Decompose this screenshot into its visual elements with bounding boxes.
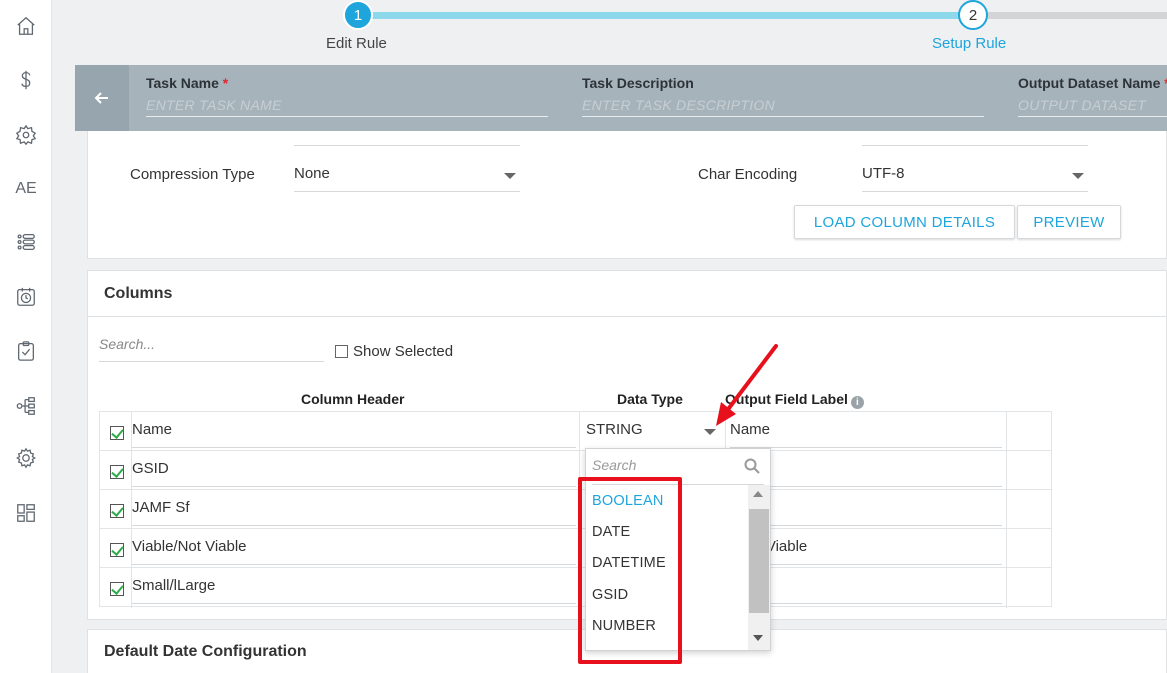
task-header-bar: Task Name * ENTER TASK NAME Task Descrip…: [75, 65, 1167, 131]
table-row: Name STRING Name: [100, 412, 1051, 451]
compression-type-value: None: [294, 165, 330, 182]
show-selected-toggle[interactable]: Show Selected: [335, 343, 453, 360]
task-description-field: Task Description ENTER TASK DESCRIPTION: [582, 75, 984, 117]
columns-grid: Name STRING Name GSID JAMF Sf Sf Viable/…: [99, 411, 1052, 608]
output-dataset-input[interactable]: OUTPUT DATASET: [1018, 97, 1167, 117]
sidebar: AE: [0, 0, 52, 673]
column-name: JAMF Sf: [132, 499, 576, 526]
list-icon[interactable]: [0, 224, 52, 260]
show-selected-checkbox[interactable]: [335, 345, 348, 358]
data-type-value: STRING: [586, 421, 643, 438]
gear-badge-icon[interactable]: [0, 117, 52, 153]
hierarchy-icon[interactable]: [0, 388, 52, 424]
step-1-circle[interactable]: 1: [343, 0, 373, 30]
annotation-highlight-box: [578, 477, 682, 664]
file-config-panel: Compression Type None Char Encoding UTF-…: [87, 131, 1167, 259]
step-2-circle[interactable]: 2: [958, 0, 988, 30]
column-name: Name: [132, 421, 576, 448]
default-date-config-title: Default Date Configuration: [104, 643, 307, 660]
settings-icon[interactable]: [0, 440, 52, 476]
compression-type-select[interactable]: None: [294, 160, 520, 192]
home-icon[interactable]: [0, 8, 52, 44]
hidden-field-underline: [862, 145, 1088, 146]
output-dataset-label: Output Dataset Name *: [1018, 75, 1167, 91]
scroll-down-icon[interactable]: [753, 635, 763, 641]
columns-title: Columns: [104, 285, 173, 302]
task-description-label: Task Description: [582, 75, 694, 91]
scroll-thumb[interactable]: [749, 509, 769, 613]
char-encoding-value: UTF-8: [862, 165, 905, 182]
scroll-up-icon[interactable]: [753, 491, 763, 497]
show-selected-label: Show Selected: [353, 343, 454, 360]
info-icon[interactable]: i: [850, 396, 864, 409]
divider: [88, 316, 1167, 317]
data-type-heading: Data Type: [617, 391, 683, 407]
required-mark: *: [222, 75, 229, 91]
clipboard-check-icon[interactable]: [0, 333, 52, 369]
row-checkbox[interactable]: [110, 543, 124, 557]
annotation-arrow-icon: [716, 344, 778, 426]
output-dataset-field: Output Dataset Name * OUTPUT DATASET: [1018, 75, 1167, 117]
column-header-heading: Column Header: [301, 391, 405, 407]
task-name-input[interactable]: ENTER TASK NAME: [146, 97, 548, 117]
task-name-label: Task Name *: [146, 75, 229, 91]
clock-icon[interactable]: [0, 279, 52, 315]
row-checkbox[interactable]: [110, 426, 124, 440]
column-search-input[interactable]: Search...: [99, 336, 324, 362]
search-icon: [744, 458, 760, 474]
column-name: GSID: [132, 460, 576, 487]
dropdown-scrollbar[interactable]: [748, 485, 770, 650]
char-encoding-label: Char Encoding: [698, 166, 798, 183]
preview-button[interactable]: PREVIEW: [1017, 205, 1121, 239]
load-column-details-button[interactable]: LOAD COLUMN DETAILS: [794, 205, 1015, 239]
dashboard-icon[interactable]: [0, 495, 52, 531]
dropdown-search-placeholder: Search: [592, 457, 637, 473]
step-2-label[interactable]: Setup Rule: [932, 35, 1006, 52]
chevron-down-icon: [1072, 173, 1084, 179]
step-progress-line: [359, 12, 973, 19]
task-description-input[interactable]: ENTER TASK DESCRIPTION: [582, 97, 984, 117]
task-name-field: Task Name * ENTER TASK NAME: [146, 75, 548, 117]
step-remaining-line: [987, 12, 1167, 19]
compression-type-label: Compression Type: [130, 166, 255, 183]
row-checkbox[interactable]: [110, 465, 124, 479]
table-row: JAMF Sf Sf: [100, 490, 1051, 529]
table-row: Viable/Not Viable eNot Viable: [100, 529, 1051, 568]
row-checkbox[interactable]: [110, 582, 124, 596]
table-row: Small/lLarge Large: [100, 568, 1051, 607]
stepper: 1 2 Edit Rule Setup Rule: [52, 0, 1167, 65]
char-encoding-select[interactable]: UTF-8: [862, 160, 1088, 192]
dollar-icon[interactable]: [0, 62, 52, 98]
column-name: Small/lLarge: [132, 577, 576, 604]
chevron-down-icon: [504, 173, 516, 179]
ae-text[interactable]: AE: [0, 171, 52, 207]
back-button[interactable]: [75, 65, 129, 131]
table-row: GSID: [100, 451, 1051, 490]
column-name: Viable/Not Viable: [132, 538, 576, 565]
step-1-label[interactable]: Edit Rule: [326, 35, 387, 52]
arrow-left-icon: [94, 92, 108, 104]
row-checkbox[interactable]: [110, 504, 124, 518]
ae-label: AE: [15, 180, 37, 197]
hidden-field-underline: [294, 145, 520, 146]
